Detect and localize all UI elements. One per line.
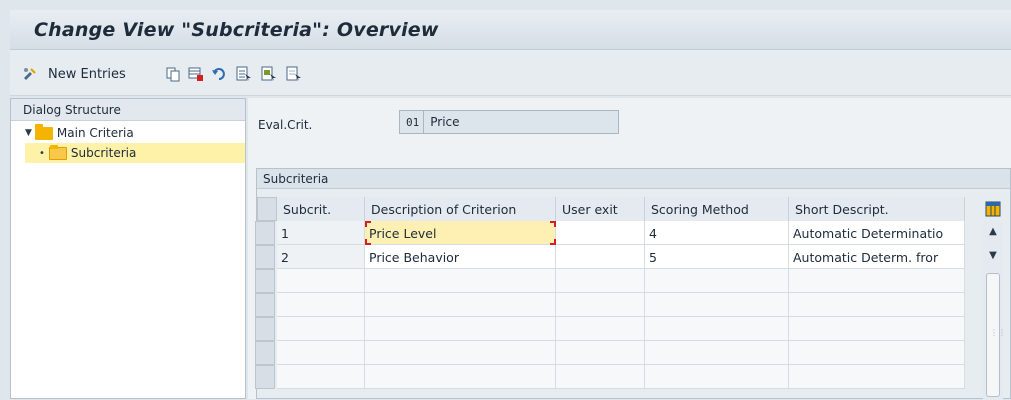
empty-table-cell[interactable] <box>277 269 365 293</box>
eval-crit-field: 01 Price <box>399 110 619 134</box>
delete-icon <box>188 67 203 81</box>
page-title: Change View "Subcriteria": Overview <box>34 19 439 41</box>
main-content: Eval.Crit. 01 Price Subcriteria Subcrit.… <box>248 98 1011 400</box>
column-header-short-descript[interactable]: Short Descript. <box>789 197 965 221</box>
open-folder-icon <box>48 144 67 160</box>
empty-table-cell[interactable] <box>789 269 965 293</box>
copy-icon <box>166 67 180 82</box>
row-selector[interactable] <box>255 317 275 341</box>
empty-table-cell[interactable] <box>556 341 645 365</box>
empty-table-cell[interactable] <box>556 293 645 317</box>
tree-item-main-criteria[interactable]: ▼ Main Criteria <box>25 123 245 143</box>
deselect-all-button[interactable] <box>286 64 302 84</box>
table-cell[interactable]: Automatic Determinatio <box>789 221 965 245</box>
vertical-scrollbar[interactable]: ▲ ▼ ⋮⋮ <box>983 221 1006 400</box>
table-cell[interactable]: 2 <box>277 245 365 269</box>
bullet-icon: • <box>39 147 45 159</box>
copy-button[interactable] <box>165 64 181 84</box>
select-block-icon <box>261 66 276 81</box>
grip-icon: ⋮⋮ <box>990 328 1006 337</box>
expand-triangle-icon[interactable]: ▼ <box>25 128 32 138</box>
empty-table-cell[interactable] <box>645 317 789 341</box>
table-settings-icon <box>985 201 1001 217</box>
scroll-down-icon[interactable]: ▼ <box>983 245 1003 265</box>
deselect-all-icon <box>286 66 301 81</box>
folder-icon <box>34 123 53 140</box>
empty-table-cell[interactable] <box>365 317 556 341</box>
empty-table-cell[interactable] <box>556 269 645 293</box>
scroll-up-icon[interactable]: ▲ <box>983 221 1003 241</box>
column-header-user-exit[interactable]: User exit <box>556 197 645 221</box>
focus-marker <box>365 221 371 227</box>
undo-button[interactable] <box>211 64 227 84</box>
select-all-icon <box>236 66 251 81</box>
eval-crit-text: Price <box>430 115 460 129</box>
row-selector[interactable] <box>255 341 275 365</box>
eval-crit-label: Eval.Crit. <box>258 118 313 132</box>
empty-table-cell[interactable] <box>645 269 789 293</box>
empty-table-cell[interactable] <box>789 365 965 389</box>
row-selector[interactable] <box>255 245 275 269</box>
eval-crit-code: 01 <box>400 111 425 133</box>
undo-icon <box>212 68 225 80</box>
empty-table-cell[interactable] <box>645 365 789 389</box>
display-change-icon <box>24 68 36 80</box>
delete-button[interactable] <box>188 64 204 84</box>
table-caption: Subcriteria <box>257 169 1010 189</box>
column-header-subcrit[interactable]: Subcrit. <box>277 197 365 221</box>
empty-table-cell[interactable] <box>277 341 365 365</box>
toolbar: New Entries <box>10 50 1011 96</box>
select-all-corner[interactable] <box>257 197 277 221</box>
table-settings-button[interactable] <box>983 197 1003 221</box>
title-bar: Change View "Subcriteria": Overview <box>10 10 1011 50</box>
select-block-button[interactable] <box>261 64 277 84</box>
row-selector[interactable] <box>255 269 275 293</box>
new-entries-label: New Entries <box>48 66 126 82</box>
column-header-scoring-method[interactable]: Scoring Method <box>645 197 789 221</box>
table-cell[interactable]: 1 <box>277 221 365 245</box>
row-selector[interactable] <box>255 221 275 245</box>
dialog-structure-panel: Dialog Structure ▼ Main Criteria • Subcr… <box>10 98 246 399</box>
row-selector[interactable] <box>255 365 275 389</box>
row-selector[interactable] <box>255 293 275 317</box>
empty-table-cell[interactable] <box>556 317 645 341</box>
empty-table-cell[interactable] <box>365 293 556 317</box>
empty-table-cell[interactable] <box>789 293 965 317</box>
empty-table-cell[interactable] <box>277 293 365 317</box>
table-cell[interactable] <box>556 221 645 245</box>
table-cell-focused[interactable]: Price Level <box>365 221 556 245</box>
empty-table-cell[interactable] <box>365 269 556 293</box>
tree-item-label: Subcriteria <box>70 146 137 160</box>
display-change-button[interactable] <box>22 64 38 84</box>
focus-marker <box>550 221 556 227</box>
empty-table-cell[interactable] <box>645 293 789 317</box>
empty-table-cell[interactable] <box>365 341 556 365</box>
table-cell[interactable]: 4 <box>645 221 789 245</box>
table-cell[interactable]: 5 <box>645 245 789 269</box>
column-header-description[interactable]: Description of Criterion <box>365 197 556 221</box>
subcriteria-table: Subcriteria Subcrit. Description of Crit… <box>255 168 1011 400</box>
empty-table-cell[interactable] <box>789 341 965 365</box>
empty-table-cell[interactable] <box>556 365 645 389</box>
select-all-button[interactable] <box>236 64 252 84</box>
empty-table-cell[interactable] <box>789 317 965 341</box>
scroll-thumb[interactable]: ⋮⋮ <box>986 273 1006 397</box>
tree-item-subcriteria[interactable]: • Subcriteria <box>25 143 245 163</box>
table-cell[interactable]: Price Behavior <box>365 245 556 269</box>
new-entries-button[interactable]: New Entries <box>48 64 126 84</box>
table-cell[interactable]: Automatic Determ. fror <box>789 245 965 269</box>
empty-table-cell[interactable] <box>277 317 365 341</box>
table-cell[interactable] <box>556 245 645 269</box>
empty-table-cell[interactable] <box>277 365 365 389</box>
empty-table-cell[interactable] <box>645 341 789 365</box>
empty-table-cell[interactable] <box>365 365 556 389</box>
tree-item-label: Main Criteria <box>56 126 134 140</box>
dialog-structure-header: Dialog Structure <box>11 99 245 121</box>
